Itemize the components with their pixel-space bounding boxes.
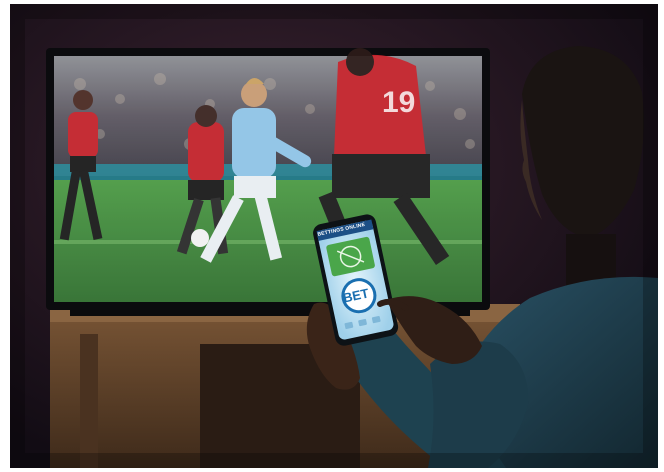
photo-scene: 19 BETTINGS ONLINE BET <box>10 4 658 468</box>
scene-svg: 19 <box>10 4 658 468</box>
